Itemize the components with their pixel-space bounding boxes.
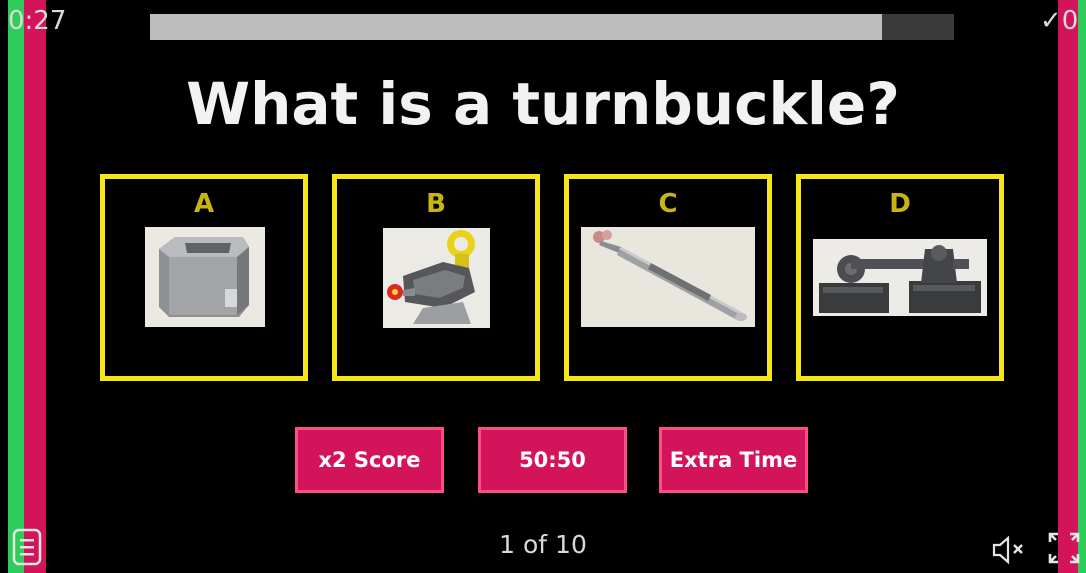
mute-icon[interactable] [990, 535, 1030, 565]
answer-option-b[interactable]: B [332, 174, 540, 381]
option-letter: A [193, 189, 215, 219]
menu-icon[interactable] [12, 528, 42, 566]
fullscreen-icon[interactable] [1046, 530, 1082, 566]
extra-time-button[interactable]: Extra Time [659, 427, 808, 493]
answer-option-d[interactable]: D [796, 174, 1004, 381]
timer: 0:27 [8, 6, 67, 36]
question-text: What is a turnbuckle? [186, 70, 900, 138]
fifty-fifty-button[interactable]: 50:50 [478, 427, 627, 493]
double-score-button[interactable]: x2 Score [295, 427, 444, 493]
time-progress-bar [150, 14, 954, 40]
answer-option-a[interactable]: A [100, 174, 308, 381]
rod-turnbuckle-image [581, 227, 755, 327]
time-progress-fill [150, 14, 882, 40]
question-counter: 1 of 10 [499, 530, 587, 559]
option-letter: B [426, 189, 446, 219]
answer-option-c[interactable]: C [564, 174, 772, 381]
quiz-game: 0:27 ✓0 What is a turnbuckle? A B C D x2… [0, 0, 1086, 573]
square-fitting-image [145, 227, 265, 327]
option-letter: D [889, 189, 911, 219]
score-display: ✓0 [1040, 6, 1079, 36]
option-letter: C [658, 189, 678, 219]
clamp-fitting-image [383, 228, 490, 328]
hinged-clamp-image [813, 239, 987, 316]
